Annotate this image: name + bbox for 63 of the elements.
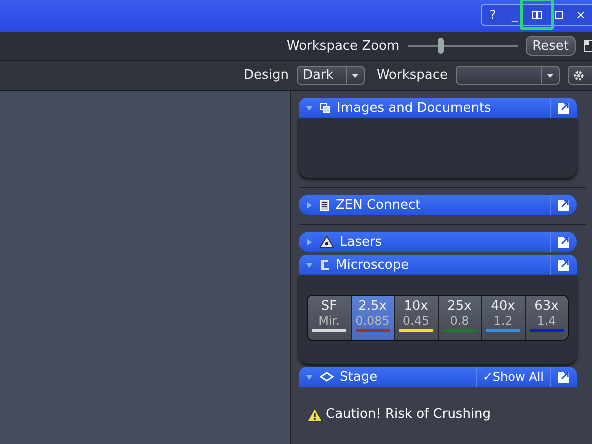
documents-icon (320, 102, 331, 114)
panel-title: Microscope (336, 258, 410, 272)
settings-icon (573, 70, 585, 82)
objective-aperture: 1.4 (537, 314, 556, 328)
objective-aperture: 0.8 (450, 314, 470, 328)
objective-button[interactable]: 25x 0.8 (438, 296, 481, 340)
settings-dropdown[interactable] (568, 66, 592, 85)
design-label: Design (244, 68, 289, 83)
objective-name: 25x (448, 299, 472, 314)
document-stack-icon (320, 200, 330, 210)
minimize-button[interactable]: _ (504, 5, 526, 25)
popout-icon[interactable] (558, 102, 570, 114)
objective-button[interactable]: 40x 1.2 (481, 296, 524, 340)
objective-aperture: 1.2 (494, 314, 513, 328)
objective-aperture: Mir. (318, 314, 340, 328)
help-button[interactable]: ? (482, 5, 504, 25)
popout-icon[interactable] (558, 199, 570, 211)
close-button[interactable]: × (570, 5, 592, 25)
objective-name: SF (321, 299, 338, 314)
panel-header[interactable]: Lasers (299, 232, 577, 252)
stage-icon (320, 372, 334, 382)
reset-button[interactable]: Reset (526, 36, 576, 56)
panel-title: Lasers (340, 234, 384, 250)
panel-header[interactable]: ZEN Connect (299, 195, 577, 215)
caret-icon (547, 74, 554, 78)
warning-text: Caution! Risk of Crushing (326, 407, 492, 422)
maximize-icon (555, 11, 563, 19)
objective-aperture: 0.085 (356, 314, 390, 328)
collapse-triangle-icon[interactable] (306, 106, 312, 110)
workspace-label: Workspace (376, 68, 448, 83)
popout-icon[interactable] (558, 236, 570, 248)
objective-name: 40x (491, 299, 516, 314)
objective-name: 63x (534, 299, 559, 314)
panel-header[interactable]: Microscope (299, 255, 577, 275)
objective-aperture: 0.45 (402, 314, 430, 328)
popout-icon[interactable] (558, 371, 570, 383)
panel-title: Stage (340, 370, 379, 384)
show-all-button[interactable]: ✓Show All (476, 367, 550, 387)
panel-icon[interactable] (584, 40, 592, 52)
microscope-icon (320, 259, 330, 271)
objective-button[interactable]: 2.5x 0.085 (350, 296, 394, 340)
workspace-dropdown[interactable] (456, 66, 560, 85)
panel-header[interactable]: Stage ✓Show All (299, 367, 577, 387)
zoom-label: Workspace Zoom (287, 38, 400, 54)
caret-icon (352, 74, 359, 78)
panel-title: ZEN Connect (336, 198, 422, 212)
collapse-triangle-icon[interactable] (306, 374, 312, 380)
popout-icon[interactable] (558, 259, 570, 271)
objective-button[interactable]: SF Mir. (308, 296, 350, 340)
laser-warning-icon (320, 236, 334, 248)
expand-triangle-icon[interactable] (306, 202, 312, 208)
expand-triangle-icon[interactable] (306, 238, 312, 246)
objective-button[interactable]: 63x 1.4 (524, 296, 568, 340)
warning-icon (307, 408, 323, 422)
objective-name: 2.5x (358, 299, 387, 314)
slider-thumb[interactable] (438, 38, 444, 54)
panel-header[interactable]: Images and Documents (299, 98, 577, 118)
collapse-triangle-icon[interactable] (306, 262, 312, 268)
split-view-icon (532, 11, 542, 19)
panel-title: Images and Documents (337, 100, 492, 116)
objective-name: 10x (404, 299, 428, 314)
design-dropdown[interactable]: Dark (296, 66, 365, 85)
objective-button[interactable]: 10x 0.45 (394, 296, 438, 340)
